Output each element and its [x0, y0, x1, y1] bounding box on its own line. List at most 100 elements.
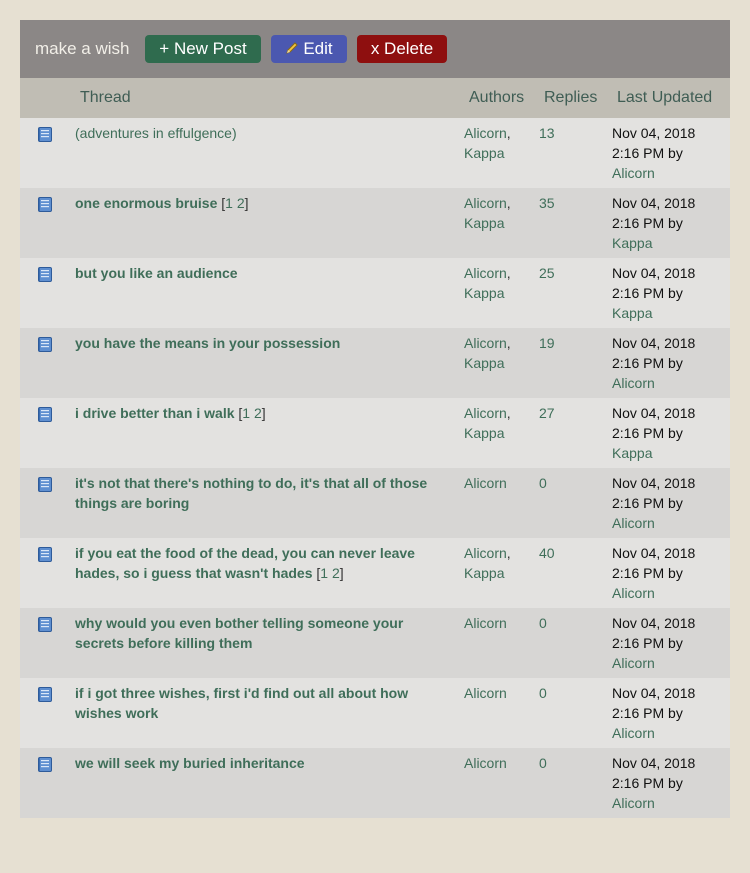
author-link[interactable]: Alicorn	[464, 685, 507, 701]
thread-title-link[interactable]: but you like an audience	[75, 265, 238, 281]
thread-title-link[interactable]: you have the means in your possession	[75, 335, 340, 351]
last-poster-link[interactable]: Alicorn	[612, 165, 655, 181]
updated-time: 2:16 PM by	[612, 425, 683, 441]
board-toolbar: make a wish + New Post Edit x Delete	[20, 20, 730, 78]
author-link[interactable]: Alicorn	[464, 475, 507, 491]
page-link[interactable]: 1	[225, 195, 233, 211]
author-link[interactable]: Kappa	[464, 215, 504, 231]
author-link[interactable]: Alicorn	[464, 125, 507, 141]
thread-icon[interactable]	[38, 617, 52, 632]
last-poster-link[interactable]: Kappa	[612, 445, 652, 461]
column-header-replies[interactable]: Replies	[544, 89, 597, 107]
author-link[interactable]: Kappa	[464, 425, 504, 441]
replies-count[interactable]: 27	[539, 403, 555, 423]
thread-icon[interactable]	[38, 687, 52, 702]
updated-date: Nov 04, 2018	[612, 475, 696, 491]
last-updated-cell: Nov 04, 2018 2:16 PM by Alicorn	[612, 333, 722, 393]
replies-count[interactable]: 0	[539, 683, 547, 703]
thread-icon[interactable]	[38, 267, 52, 282]
replies-count[interactable]: 13	[539, 123, 555, 143]
thread-icon[interactable]	[38, 757, 52, 772]
author-link[interactable]: Kappa	[464, 285, 504, 301]
author-link[interactable]: Kappa	[464, 355, 504, 371]
page-link[interactable]: 1	[320, 565, 328, 581]
thread-icon[interactable]	[38, 127, 52, 142]
thread-icon[interactable]	[38, 547, 52, 562]
replies-count[interactable]: 0	[539, 753, 547, 773]
page-link[interactable]: 1	[242, 405, 250, 421]
page-link[interactable]: 2	[237, 195, 245, 211]
updated-time: 2:16 PM by	[612, 145, 683, 161]
new-post-button[interactable]: + New Post	[145, 35, 261, 63]
page-links: [1 2]	[221, 195, 249, 211]
thread-title-link[interactable]: why would you even bother telling someon…	[75, 615, 403, 651]
author-link[interactable]: Alicorn	[464, 755, 507, 771]
last-poster-link[interactable]: Alicorn	[612, 795, 655, 811]
updated-date: Nov 04, 2018	[612, 755, 696, 771]
thread-icon[interactable]	[38, 337, 52, 352]
updated-date: Nov 04, 2018	[612, 335, 696, 351]
last-poster-link[interactable]: Alicorn	[612, 655, 655, 671]
updated-date: Nov 04, 2018	[612, 125, 696, 141]
last-updated-cell: Nov 04, 2018 2:16 PM by Kappa	[612, 403, 722, 463]
thread-icon[interactable]	[38, 197, 52, 212]
delete-button[interactable]: x Delete	[357, 35, 447, 63]
thread-cell: i drive better than i walk [1 2]	[75, 403, 435, 423]
author-link[interactable]: Kappa	[464, 145, 504, 161]
authors-cell: Alicorn	[464, 473, 534, 493]
last-updated-cell: Nov 04, 2018 2:16 PM by Alicorn	[612, 613, 722, 673]
last-updated-cell: Nov 04, 2018 2:16 PM by Alicorn	[612, 123, 722, 183]
author-link[interactable]: Alicorn	[464, 195, 507, 211]
thread-title-link[interactable]: it's not that there's nothing to do, it'…	[75, 475, 427, 511]
edit-button-label: Edit	[303, 39, 333, 58]
table-row: i drive better than i walk [1 2] Alicorn…	[20, 398, 730, 468]
replies-count[interactable]: 19	[539, 333, 555, 353]
last-poster-link[interactable]: Kappa	[612, 305, 652, 321]
authors-cell: Alicorn, Kappa	[464, 125, 511, 161]
column-header-thread[interactable]: Thread	[80, 89, 131, 107]
thread-title-link[interactable]: if i got three wishes, first i'd find ou…	[75, 685, 408, 721]
last-poster-link[interactable]: Kappa	[612, 235, 652, 251]
author-link[interactable]: Alicorn	[464, 405, 507, 421]
last-poster-link[interactable]: Alicorn	[612, 515, 655, 531]
last-updated-cell: Nov 04, 2018 2:16 PM by Alicorn	[612, 753, 722, 813]
table-row: if you eat the food of the dead, you can…	[20, 538, 730, 608]
thread-title-link[interactable]: (adventures in effulgence)	[75, 125, 237, 141]
last-updated-cell: Nov 04, 2018 2:16 PM by Alicorn	[612, 683, 722, 743]
author-link[interactable]: Alicorn	[464, 335, 507, 351]
edit-button[interactable]: Edit	[271, 35, 347, 63]
updated-date: Nov 04, 2018	[612, 195, 696, 211]
replies-count[interactable]: 0	[539, 473, 547, 493]
page-link[interactable]: 2	[332, 565, 340, 581]
updated-time: 2:16 PM by	[612, 355, 683, 371]
updated-date: Nov 04, 2018	[612, 545, 696, 561]
thread-title-link[interactable]: if you eat the food of the dead, you can…	[75, 545, 415, 581]
thread-cell: you have the means in your possession	[75, 333, 435, 353]
authors-cell: Alicorn, Kappa	[464, 335, 511, 371]
author-link[interactable]: Kappa	[464, 565, 504, 581]
replies-count[interactable]: 40	[539, 543, 555, 563]
updated-time: 2:16 PM by	[612, 285, 683, 301]
replies-count[interactable]: 25	[539, 263, 555, 283]
thread-icon[interactable]	[38, 477, 52, 492]
thread-cell: if you eat the food of the dead, you can…	[75, 543, 435, 583]
table-row: (adventures in effulgence) Alicorn, Kappa…	[20, 118, 730, 188]
table-row: one enormous bruise [1 2] Alicorn, Kappa …	[20, 188, 730, 258]
replies-count[interactable]: 35	[539, 193, 555, 213]
last-poster-link[interactable]: Alicorn	[612, 585, 655, 601]
thread-cell: but you like an audience	[75, 263, 435, 283]
author-link[interactable]: Alicorn	[464, 615, 507, 631]
author-link[interactable]: Alicorn	[464, 545, 507, 561]
thread-title-link[interactable]: we will seek my buried inheritance	[75, 755, 305, 771]
replies-count[interactable]: 0	[539, 613, 547, 633]
thread-icon[interactable]	[38, 407, 52, 422]
page-link[interactable]: 2	[254, 405, 262, 421]
thread-title-link[interactable]: i drive better than i walk	[75, 405, 235, 421]
authors-cell: Alicorn	[464, 753, 534, 773]
thread-title-link[interactable]: one enormous bruise	[75, 195, 217, 211]
last-poster-link[interactable]: Alicorn	[612, 375, 655, 391]
column-header-last-updated[interactable]: Last Updated	[617, 89, 712, 107]
author-link[interactable]: Alicorn	[464, 265, 507, 281]
column-header-authors[interactable]: Authors	[469, 89, 524, 107]
last-poster-link[interactable]: Alicorn	[612, 725, 655, 741]
